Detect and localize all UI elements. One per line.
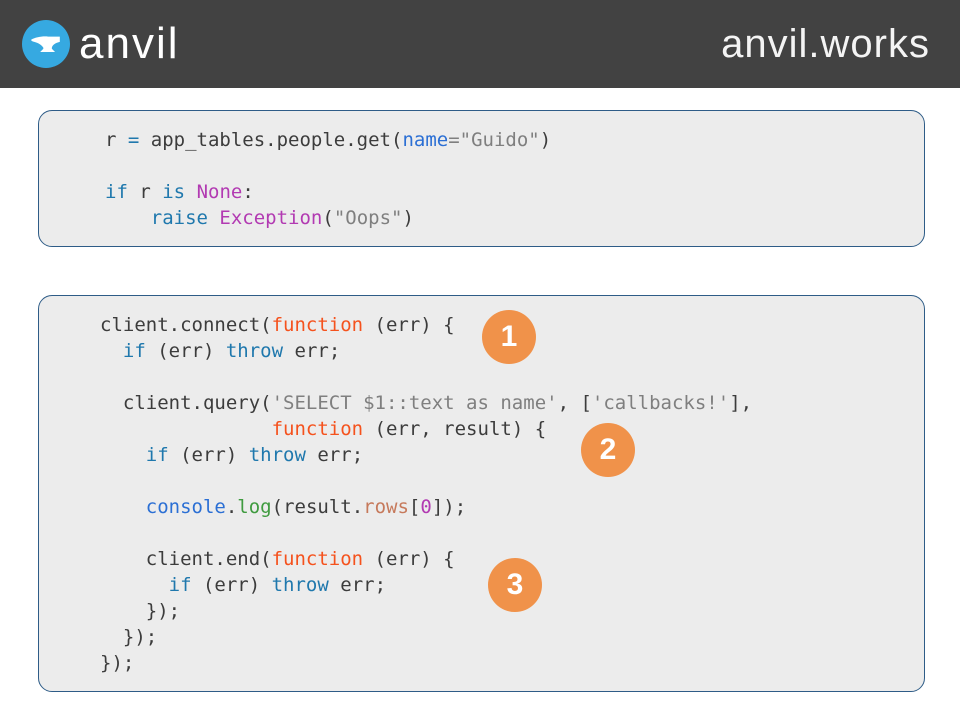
logo-wordmark: anvil [79,22,180,66]
header-bar: anvil anvil.works [0,0,960,88]
anvil-logo-icon [22,20,70,68]
step-badge-1: 1 [482,310,536,364]
step-badge-3: 3 [488,558,542,612]
anvil-logo: anvil [22,20,180,68]
javascript-code: client.connect(function (err) { if (err)… [39,296,924,676]
javascript-code-box: client.connect(function (err) { if (err)… [38,295,925,692]
step-badge-2: 2 [581,423,635,477]
anvil-icon [29,27,63,61]
slide: anvil anvil.works r = app_tables.people.… [0,0,960,720]
python-code: r = app_tables.people.get(name="Guido") … [39,111,924,231]
python-code-box: r = app_tables.people.get(name="Guido") … [38,110,925,247]
brand-text: anvil.works [721,24,930,64]
